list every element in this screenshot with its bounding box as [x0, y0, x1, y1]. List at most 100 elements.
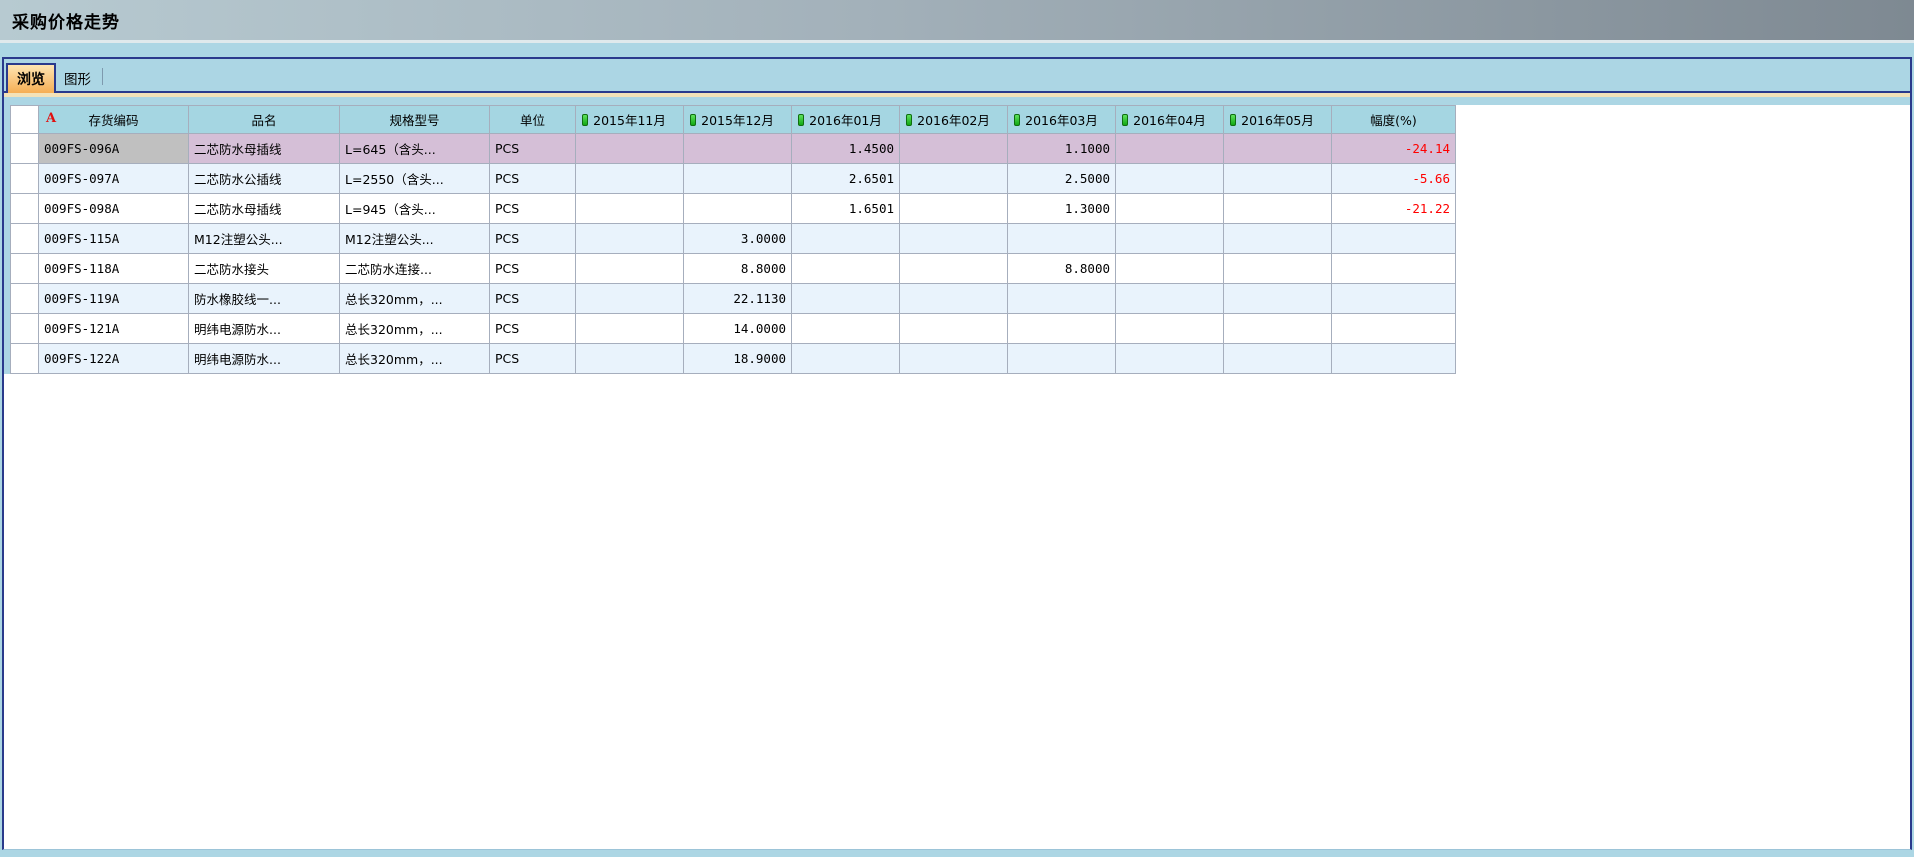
table-row[interactable]: 009FS-115AM12注塑公头...M12注塑公头...PCS3.0000 [11, 224, 1456, 254]
grid-cell[interactable]: PCS [490, 344, 576, 374]
column-header-month-2[interactable]: 2015年12月 [684, 106, 792, 134]
grid-cell[interactable]: 二芯防水母插线 [189, 134, 340, 164]
grid-cell[interactable] [900, 284, 1008, 314]
grid-cell[interactable] [1116, 194, 1224, 224]
row-selector[interactable] [11, 344, 39, 374]
grid-cell[interactable]: M12注塑公头... [189, 224, 340, 254]
grid-cell[interactable] [1224, 284, 1332, 314]
grid-cell[interactable]: 14.0000 [684, 314, 792, 344]
grid-cell[interactable] [900, 164, 1008, 194]
column-header-month-3[interactable]: 2016年01月 [792, 106, 900, 134]
column-header-month-6[interactable]: 2016年04月 [1116, 106, 1224, 134]
grid-cell[interactable] [900, 254, 1008, 284]
grid-cell[interactable] [576, 224, 684, 254]
grid-cell[interactable]: 009FS-119A [39, 284, 189, 314]
grid-cell[interactable] [1116, 164, 1224, 194]
table-row[interactable]: 009FS-121A明纬电源防水...总长320mm，...PCS 14.0000 [11, 314, 1456, 344]
column-header-month-7[interactable]: 2016年05月 [1224, 106, 1332, 134]
grid-cell[interactable]: 1.6501 [792, 194, 900, 224]
table-row[interactable]: 009FS-119A防水橡胶线一...总长320mm，...PCS22.1130 [11, 284, 1456, 314]
grid-cell[interactable] [576, 284, 684, 314]
grid-cell[interactable]: 1.1000 [1008, 134, 1116, 164]
grid-cell[interactable] [900, 224, 1008, 254]
grid-cell[interactable] [576, 164, 684, 194]
grid-cell[interactable]: 009FS-122A [39, 344, 189, 374]
grid-cell[interactable] [684, 194, 792, 224]
grid-cell[interactable]: L=2550（含头... [340, 164, 490, 194]
grid-cell[interactable]: 8.8000 [684, 254, 792, 284]
grid-cell[interactable]: 二芯防水接头 [189, 254, 340, 284]
grid-cell[interactable]: 明纬电源防水... [189, 344, 340, 374]
grid-cell[interactable]: 009FS-098A [39, 194, 189, 224]
grid-cell[interactable]: 总长320mm，... [340, 344, 490, 374]
grid-cell[interactable]: 3.0000 [684, 224, 792, 254]
grid-cell[interactable] [1224, 134, 1332, 164]
grid-cell[interactable]: L=945（含头... [340, 194, 490, 224]
grid-cell[interactable]: PCS [490, 194, 576, 224]
column-header-month-1[interactable]: 2015年11月 [576, 106, 684, 134]
grid-cell[interactable] [576, 254, 684, 284]
grid-cell[interactable] [1008, 344, 1116, 374]
grid-cell[interactable] [1332, 254, 1456, 284]
row-selector[interactable] [11, 134, 39, 164]
grid-cell[interactable]: M12注塑公头... [340, 224, 490, 254]
grid-cell[interactable] [1116, 344, 1224, 374]
grid-cell[interactable]: 明纬电源防水... [189, 314, 340, 344]
grid-cell[interactable] [1332, 314, 1456, 344]
grid-cell[interactable]: 8.8000 [1008, 254, 1116, 284]
grid-cell[interactable]: 二芯防水连接... [340, 254, 490, 284]
grid-cell[interactable] [1224, 164, 1332, 194]
grid-cell[interactable] [792, 224, 900, 254]
grid-cell[interactable] [900, 194, 1008, 224]
grid-cell[interactable] [576, 134, 684, 164]
table-row[interactable]: 009FS-118A二芯防水接头二芯防水连接...PCS8.80008.8000 [11, 254, 1456, 284]
grid-cell[interactable]: PCS [490, 134, 576, 164]
grid-cell[interactable]: 009FS-096A [39, 134, 189, 164]
grid-cell[interactable] [1008, 224, 1116, 254]
grid-cell[interactable]: -21.22 [1332, 194, 1456, 224]
column-header-month-5[interactable]: 2016年03月 [1008, 106, 1116, 134]
column-header-name[interactable]: 品名 [189, 106, 340, 134]
grid-cell[interactable]: -24.14 [1332, 134, 1456, 164]
grid-cell[interactable]: -5.66 [1332, 164, 1456, 194]
grid-cell[interactable]: PCS [490, 254, 576, 284]
grid-cell[interactable] [1008, 284, 1116, 314]
row-selector[interactable] [11, 314, 39, 344]
table-row[interactable]: 009FS-096A二芯防水母插线L=645（含头...PCS 1.4500 1.1… [11, 134, 1456, 164]
grid-cell[interactable] [1332, 224, 1456, 254]
grid-cell[interactable] [792, 344, 900, 374]
grid-cell[interactable]: PCS [490, 284, 576, 314]
grid-cell[interactable] [1224, 254, 1332, 284]
grid-cell[interactable] [1332, 344, 1456, 374]
grid-cell[interactable]: 22.1130 [684, 284, 792, 314]
grid-cell[interactable]: 1.4500 [792, 134, 900, 164]
table-row[interactable]: 009FS-122A明纬电源防水...总长320mm，...PCS 18.9000 [11, 344, 1456, 374]
row-selector[interactable] [11, 284, 39, 314]
grid-cell[interactable]: 2.6501 [792, 164, 900, 194]
grid-cell[interactable] [792, 254, 900, 284]
grid-cell[interactable]: 009FS-121A [39, 314, 189, 344]
grid-cell[interactable] [684, 164, 792, 194]
grid-cell[interactable] [576, 314, 684, 344]
grid-cell[interactable] [792, 314, 900, 344]
column-header-code[interactable]: A存货编码 [39, 106, 189, 134]
grid-cell[interactable] [1116, 224, 1224, 254]
tab-browse[interactable]: 浏览 [6, 63, 56, 93]
grid-cell[interactable]: 18.9000 [684, 344, 792, 374]
grid-cell[interactable] [1116, 134, 1224, 164]
grid-cell[interactable]: 总长320mm，... [340, 314, 490, 344]
grid-cell[interactable] [1116, 314, 1224, 344]
grid-cell[interactable] [1008, 314, 1116, 344]
grid-cell[interactable]: PCS [490, 314, 576, 344]
grid-cell[interactable]: 009FS-115A [39, 224, 189, 254]
grid-cell[interactable]: 二芯防水母插线 [189, 194, 340, 224]
grid-cell[interactable]: L=645（含头... [340, 134, 490, 164]
grid-cell[interactable]: 2.5000 [1008, 164, 1116, 194]
grid-cell[interactable]: PCS [490, 224, 576, 254]
grid-cell[interactable] [1224, 314, 1332, 344]
grid-cell[interactable]: 1.3000 [1008, 194, 1116, 224]
grid-cell[interactable] [792, 284, 900, 314]
grid-cell[interactable] [900, 134, 1008, 164]
grid-cell[interactable] [900, 344, 1008, 374]
table-row[interactable]: 009FS-098A二芯防水母插线L=945（含头...PCS 1.6501 1.3… [11, 194, 1456, 224]
